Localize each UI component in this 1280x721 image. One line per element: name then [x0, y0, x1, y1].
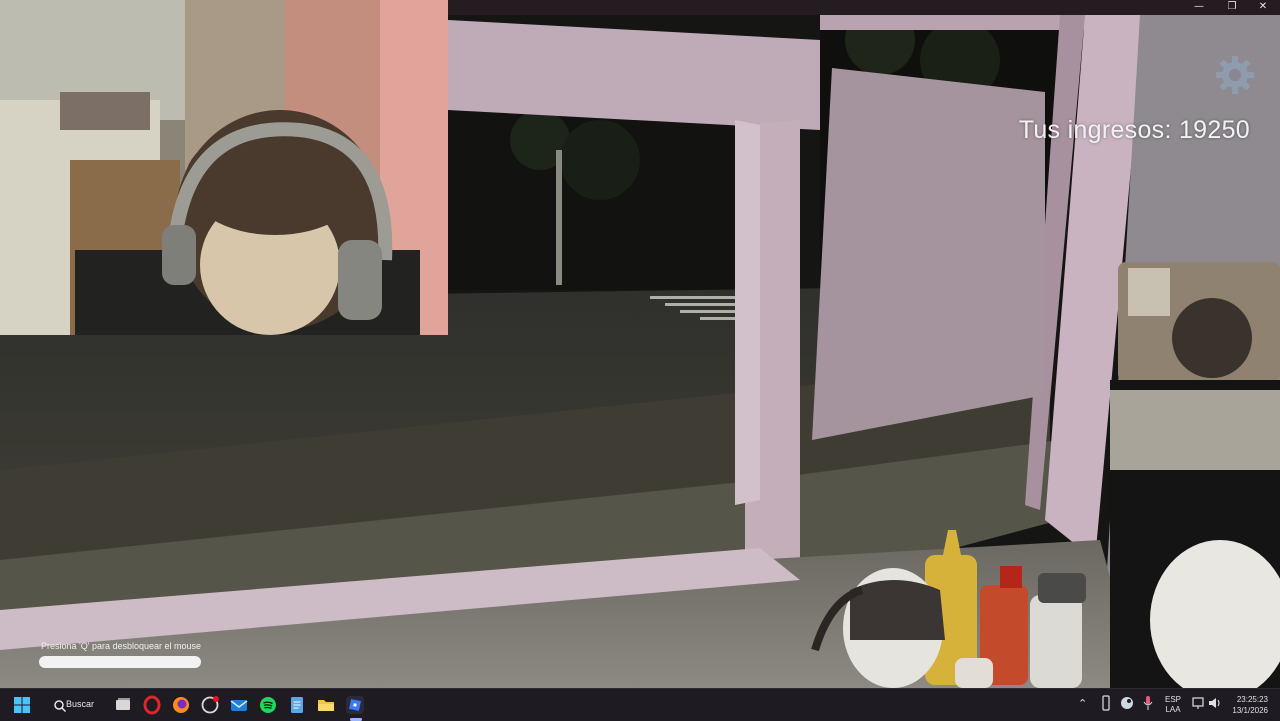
- mail-icon[interactable]: [229, 695, 249, 715]
- usb-icon[interactable]: [1101, 695, 1111, 713]
- webcam-overlay: [0, 0, 448, 335]
- unlock-mouse-hint: Presiona 'Q' para desbloquear el mouse: [41, 641, 202, 651]
- minimize-button[interactable]: —: [1184, 0, 1214, 15]
- hint-progress-bar: [39, 656, 201, 668]
- steam-icon[interactable]: [1120, 696, 1134, 712]
- maximize-button[interactable]: ❐: [1217, 0, 1247, 15]
- app-icon[interactable]: [200, 695, 220, 715]
- search-icon: [54, 700, 67, 713]
- income-counter: Tus ingresos: 19250: [1018, 116, 1250, 144]
- clock-time: 23:25:23: [1236, 695, 1268, 704]
- language-line2: LAA: [1165, 705, 1181, 714]
- settings-gear-icon[interactable]: [1214, 54, 1256, 96]
- webcam-feed: [0, 0, 448, 335]
- task-view-icon[interactable]: [113, 695, 133, 715]
- file-explorer-icon[interactable]: [316, 695, 336, 715]
- game-viewport[interactable]: Tus ingresos: 19250 Presiona 'Q' para de…: [0, 0, 1280, 688]
- microphone-icon[interactable]: [1143, 695, 1153, 713]
- spotify-icon[interactable]: [258, 695, 278, 715]
- clock-date: 13/1/2026: [1232, 706, 1268, 715]
- opera-icon[interactable]: [142, 695, 162, 715]
- display-icon[interactable]: [1192, 696, 1206, 712]
- language-indicator[interactable]: ESP LAA: [1165, 695, 1181, 715]
- roblox-icon[interactable]: [345, 695, 365, 715]
- window-titlebar: — ❐ ✕: [448, 0, 1280, 15]
- windows-start-icon[interactable]: [12, 695, 32, 715]
- volume-icon[interactable]: [1208, 696, 1222, 712]
- search-label[interactable]: Buscar: [66, 699, 94, 709]
- language-line1: ESP: [1165, 695, 1182, 704]
- taskbar: Buscar ⌃ ESP LAA 23:25:23 13/1/2026: [0, 688, 1280, 721]
- notepad-icon[interactable]: [287, 695, 307, 715]
- clock[interactable]: 23:25:23 13/1/2026: [1226, 694, 1268, 716]
- firefox-icon[interactable]: [171, 695, 191, 715]
- close-button[interactable]: ✕: [1248, 0, 1278, 15]
- tray-chevron-up-icon[interactable]: ⌃: [1078, 697, 1087, 710]
